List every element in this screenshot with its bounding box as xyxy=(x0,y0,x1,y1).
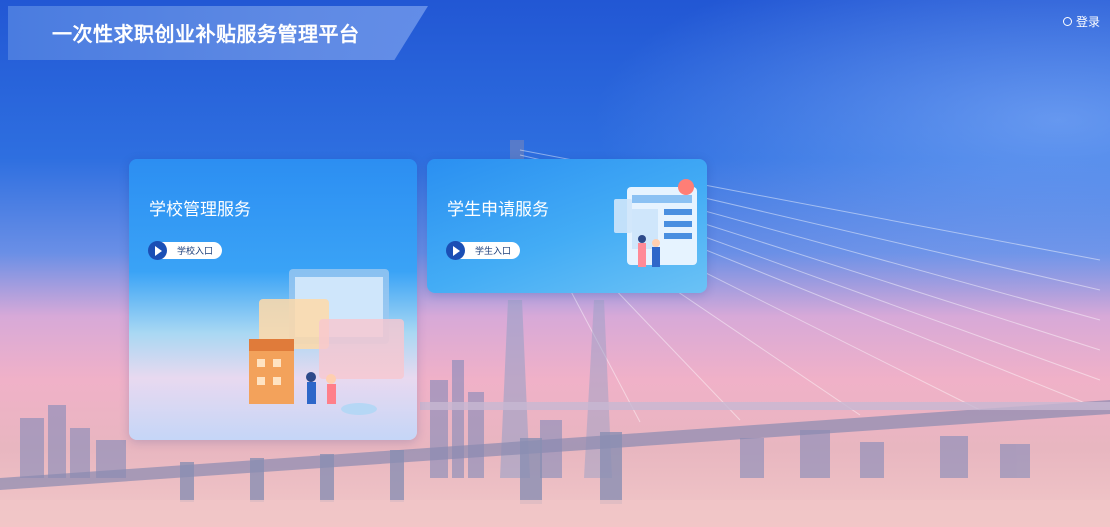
play-icon xyxy=(148,241,167,260)
student-application-illustration xyxy=(614,179,697,267)
entry-label: 学生入口 xyxy=(475,247,512,257)
card-title: 学校管理服务 xyxy=(149,200,251,220)
card-title: 学生申请服务 xyxy=(447,200,549,220)
page-title: 一次性求职创业补贴服务管理平台 xyxy=(52,22,360,46)
student-application-card[interactable]: 学生申请服务 学生入口 xyxy=(427,159,707,293)
student-entry-button[interactable]: 学生入口 xyxy=(446,241,520,260)
school-entry-button[interactable]: 学校入口 xyxy=(148,241,222,260)
school-management-illustration xyxy=(249,269,404,415)
user-icon xyxy=(1062,17,1072,26)
entry-label: 学校入口 xyxy=(177,247,214,257)
school-management-card[interactable]: 学校管理服务 学校入口 xyxy=(129,159,417,440)
play-icon xyxy=(446,241,465,260)
login-label: 登录 xyxy=(1075,15,1100,29)
login-link[interactable]: 登录 xyxy=(1062,13,1100,30)
